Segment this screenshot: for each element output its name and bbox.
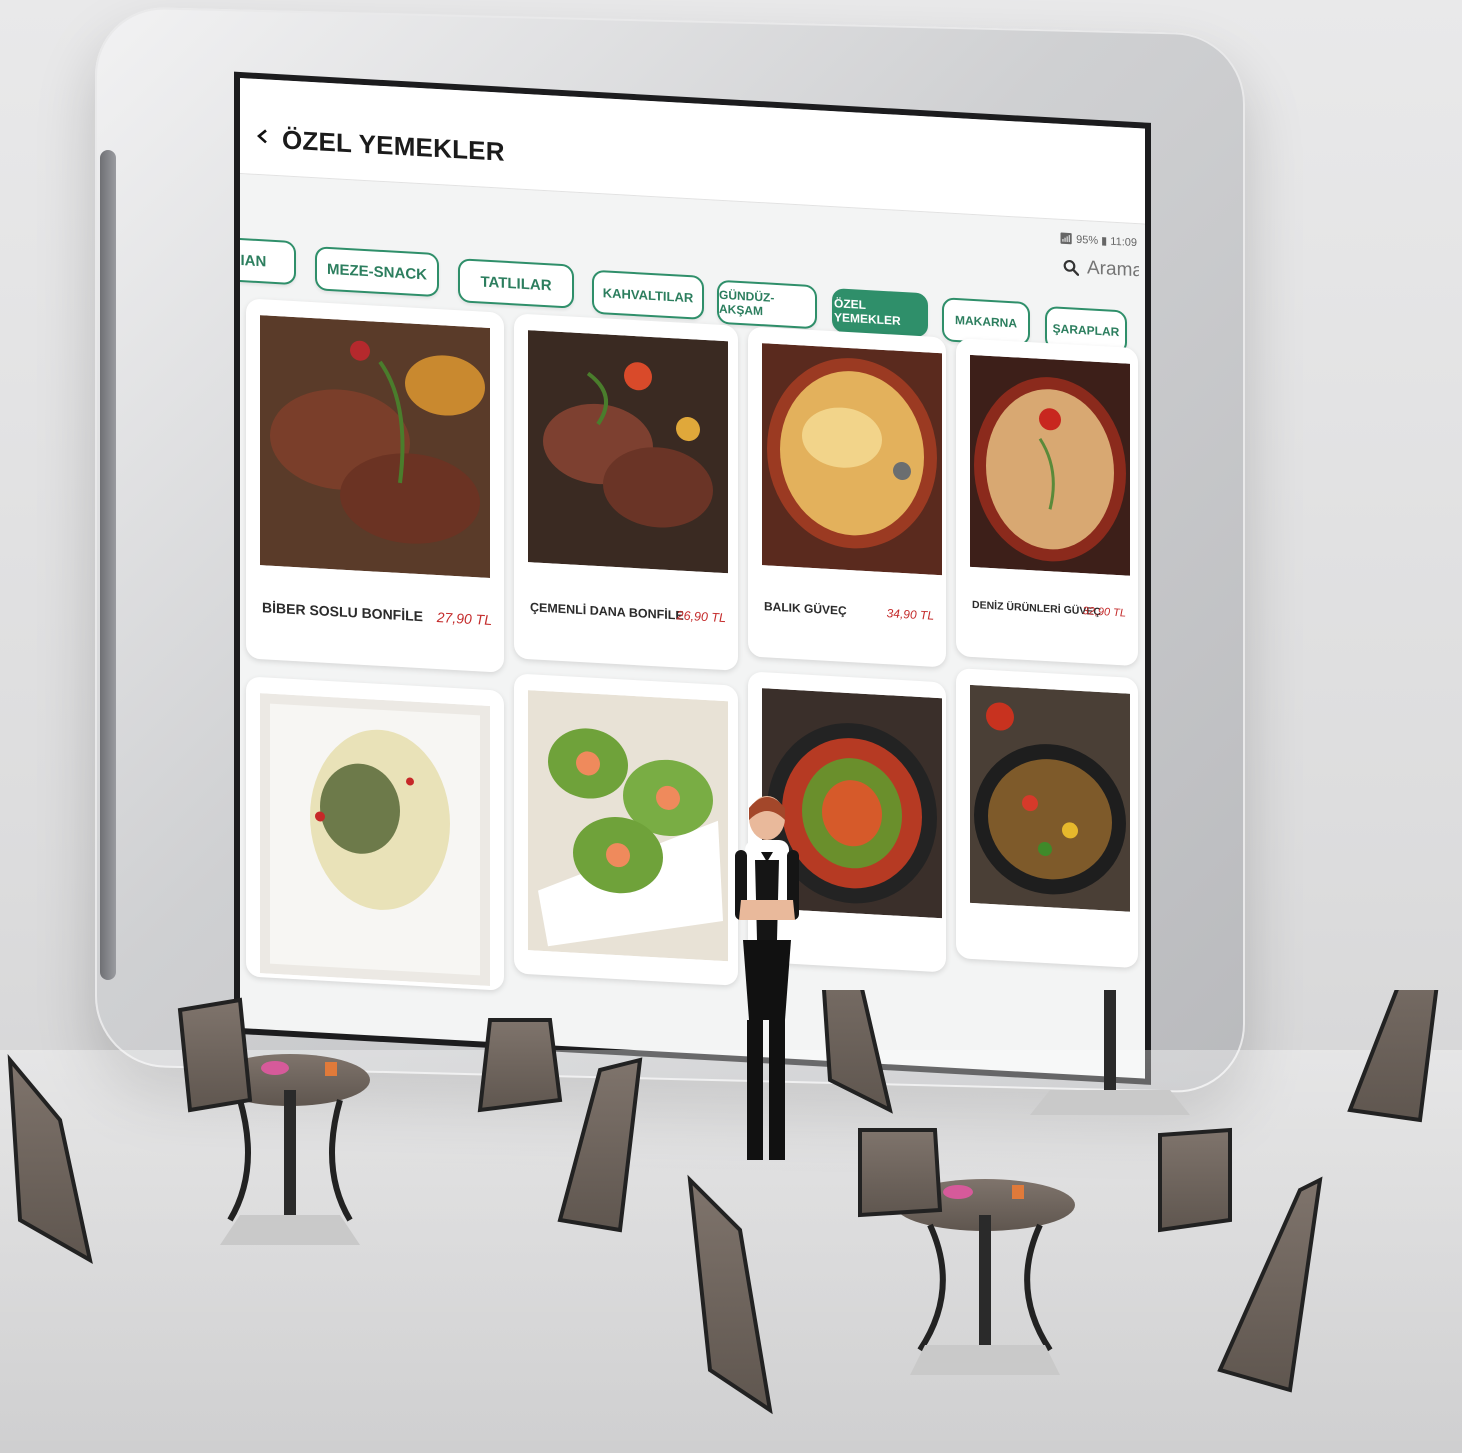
dish-image-seafood-casserole [970, 354, 1130, 576]
back-arrow-icon[interactable] [256, 129, 270, 144]
dish-name: ÇEMENLİ DANA BONFİLE [530, 600, 684, 623]
tab-label: GÜNDÜZ-AKŞAM [719, 287, 775, 319]
dish-price: 26,90 TL [676, 608, 726, 626]
dish-card[interactable] [956, 668, 1138, 969]
dish-image-fish-fillet [260, 693, 490, 986]
table-set-right [821, 990, 1439, 1123]
tab-tatlilar[interactable]: TATLILAR [458, 258, 574, 309]
tablet-side-edge [100, 150, 116, 980]
signal-icon: 📶︎ [1059, 232, 1074, 246]
dish-card[interactable] [514, 673, 738, 986]
scene: ÖZEL YEMEKLER 📶︎ 95% ▮ 11:09 RIAN MEZE-S… [0, 0, 1462, 1453]
tab-label: MAKARNA [955, 312, 1017, 331]
page-title: ÖZEL YEMEKLER [282, 124, 505, 167]
dish-image-fish-casserole [762, 343, 942, 576]
dish-card[interactable]: BİBER SOSLU BONFİLE 27,90 TL [246, 298, 504, 673]
dish-grid: BİBER SOSLU BONFİLE 27,90 TL ÇEMENLİ DAN… [240, 298, 1145, 1079]
tab-rian[interactable]: RIAN [240, 235, 296, 286]
dish-price: 27,90 TL [436, 608, 492, 629]
tab-kahvaltilar[interactable]: KAHVALTILAR [592, 269, 704, 320]
tab-label: RIAN [240, 250, 267, 270]
status-bar: 📶︎ 95% ▮ 11:09 [1059, 232, 1137, 249]
tab-gunduz-aksam[interactable]: GÜNDÜZ-AKŞAM [717, 279, 817, 330]
tab-label: ŞARAPLAR [1052, 321, 1120, 340]
dish-price: 34,90 TL [886, 606, 934, 623]
tab-label: MEZE-SNACK [327, 260, 427, 283]
dish-name: BİBER SOSLU BONFİLE [262, 599, 424, 625]
table-set-center [687, 1127, 1323, 1415]
dish-image-steak [260, 315, 490, 578]
dish-image-shrimp-lettuce [528, 690, 728, 962]
dish-card[interactable]: ÇEMENLİ DANA BONFİLE 26,90 TL [514, 313, 738, 671]
dish-image-chicken-stirfry [970, 684, 1130, 912]
tab-meze-snack[interactable]: MEZE-SNACK [315, 246, 439, 298]
dish-image-beef-fillet [528, 330, 728, 574]
tab-label: KAHVALTILAR [602, 284, 694, 305]
dish-card[interactable]: BALIK GÜVEÇ 34,90 TL [748, 326, 946, 668]
cafe-furniture [7, 990, 1439, 1415]
status-text: 95% ▮ 11:09 [1076, 233, 1137, 250]
dish-card[interactable] [246, 676, 504, 991]
table-set-left [7, 997, 643, 1264]
app-screen: ÖZEL YEMEKLER 📶︎ 95% ▮ 11:09 RIAN MEZE-S… [240, 78, 1145, 1079]
dish-name: BALIK GÜVEÇ [764, 599, 847, 618]
tab-ozel-yemekler[interactable]: ÖZEL YEMEKLER [832, 288, 928, 338]
tab-label: TATLILAR [480, 272, 552, 294]
dish-card[interactable]: DENİZ ÜRÜNLERİ GÜVEÇ 32,90 TL [956, 338, 1138, 667]
tab-label: ÖZEL YEMEKLER [834, 296, 901, 328]
dish-price: 32,90 TL [1082, 605, 1126, 620]
